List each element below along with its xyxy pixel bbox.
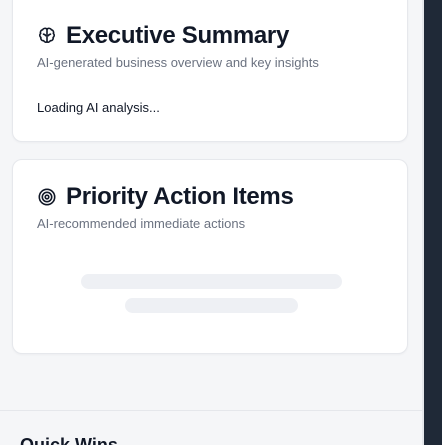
- priority-action-items-header: Priority Action Items: [37, 182, 294, 212]
- quick-wins-heading: Quick Wins: [20, 435, 118, 445]
- priority-action-items-card: Priority Action Items AI-recommended imm…: [12, 159, 408, 354]
- right-side-panel: [424, 0, 442, 445]
- executive-summary-card: Executive Summary AI-generated business …: [12, 0, 408, 142]
- executive-summary-header: Executive Summary: [37, 21, 289, 51]
- app-viewport: Executive Summary AI-generated business …: [0, 0, 442, 445]
- loading-status-text: Loading AI analysis...: [37, 100, 160, 115]
- loading-skeleton-line: [125, 298, 298, 313]
- main-content: Executive Summary AI-generated business …: [0, 0, 424, 445]
- executive-summary-title: Executive Summary: [66, 22, 290, 49]
- target-icon: [37, 187, 57, 207]
- priority-action-items-subtitle: AI-recommended immediate actions: [37, 216, 246, 231]
- section-divider: [0, 410, 424, 411]
- priority-action-items-title: Priority Action Items: [66, 183, 294, 210]
- executive-summary-subtitle: AI-generated business overview and key i…: [37, 55, 319, 70]
- loading-skeleton-line: [81, 274, 342, 289]
- brain-icon: [37, 26, 57, 46]
